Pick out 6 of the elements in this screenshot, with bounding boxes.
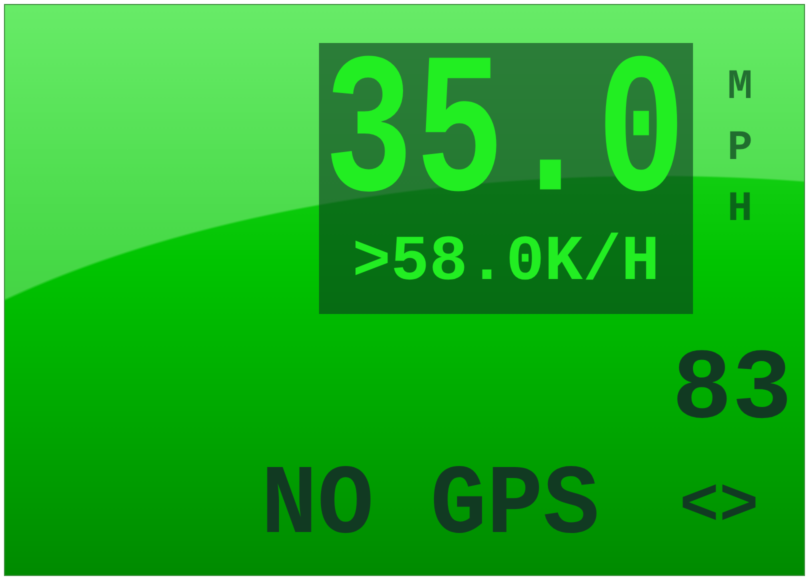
counter-readout: 83 [672,342,792,442]
secondary-speed-readout: >58.0K/H [352,230,660,295]
speed-readout: 35.0 [324,53,688,223]
gps-status: NO GPS [261,458,600,556]
indicator-readout: <> [679,474,759,540]
speed-unit: MPH [726,62,754,235]
